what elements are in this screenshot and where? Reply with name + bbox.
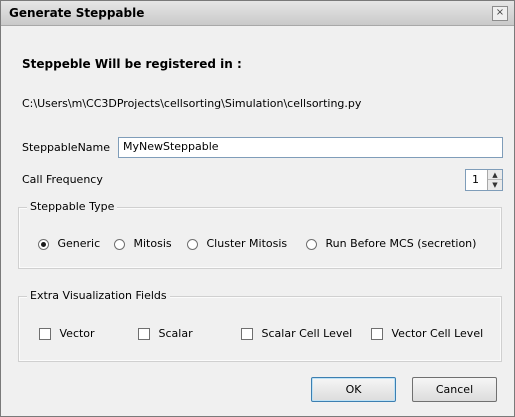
checkbox-vector[interactable]: Vector [39, 327, 95, 340]
steppable-name-value: MyNewSteppable [123, 140, 219, 153]
generate-steppable-dialog: Generate Steppable × Steppeble Will be r… [0, 0, 515, 417]
radio-indicator [114, 238, 125, 250]
cancel-button[interactable]: Cancel [412, 377, 497, 402]
checkbox-scalar-cell-level[interactable]: Scalar Cell Level [241, 327, 352, 340]
radio-cluster-mitosis-label: Cluster Mitosis [206, 237, 288, 250]
spinbox-buttons: ▲ ▼ [487, 170, 502, 190]
spin-down-arrow-icon[interactable]: ▼ [488, 180, 502, 190]
radio-cluster-mitosis[interactable]: Cluster Mitosis [187, 237, 287, 250]
target-file-path: C:\Users\m\CC3DProjects\cellsorting\Simu… [22, 97, 362, 110]
checkbox-vector-cell-level[interactable]: Vector Cell Level [371, 327, 483, 340]
checkbox-box [371, 328, 383, 340]
radio-run-before-mcs-label: Run Before MCS (secretion) [325, 237, 477, 250]
radio-mitosis-label: Mitosis [133, 237, 172, 250]
radio-generic[interactable]: Generic [38, 237, 100, 250]
dialog-title: Generate Steppable [9, 6, 145, 20]
call-frequency-spinbox[interactable]: 1 ▲ ▼ [465, 169, 503, 191]
radio-generic-label: Generic [57, 237, 101, 250]
call-frequency-value: 1 [472, 173, 479, 186]
steppable-name-label: SteppableName [22, 141, 111, 154]
checkbox-box [39, 328, 51, 340]
checkbox-box [138, 328, 150, 340]
steppable-name-input[interactable]: MyNewSteppable [118, 137, 503, 158]
checkbox-scalar-cell-level-label: Scalar Cell Level [261, 327, 353, 340]
spin-up-arrow-icon[interactable]: ▲ [488, 170, 502, 180]
radio-indicator [306, 238, 317, 250]
extra-visualization-fields-legend: Extra Visualization Fields [27, 289, 170, 302]
close-button[interactable]: × [492, 6, 508, 21]
checkbox-vector-label: Vector [59, 327, 95, 340]
close-icon: × [495, 7, 505, 18]
checkbox-box [241, 328, 253, 340]
checkbox-scalar[interactable]: Scalar [138, 327, 193, 340]
steppable-type-legend: Steppable Type [27, 200, 118, 213]
ok-button[interactable]: OK [311, 377, 396, 402]
title-bar[interactable]: Generate Steppable × [1, 1, 514, 26]
checkbox-vector-cell-level-label: Vector Cell Level [391, 327, 484, 340]
checkbox-scalar-label: Scalar [158, 327, 193, 340]
call-frequency-label: Call Frequency [22, 173, 103, 186]
radio-mitosis[interactable]: Mitosis [114, 237, 172, 250]
radio-run-before-mcs[interactable]: Run Before MCS (secretion) [306, 237, 476, 250]
registration-heading: Steppeble Will be registered in : [22, 57, 242, 71]
radio-indicator-selected [38, 238, 49, 250]
radio-indicator [187, 238, 198, 250]
